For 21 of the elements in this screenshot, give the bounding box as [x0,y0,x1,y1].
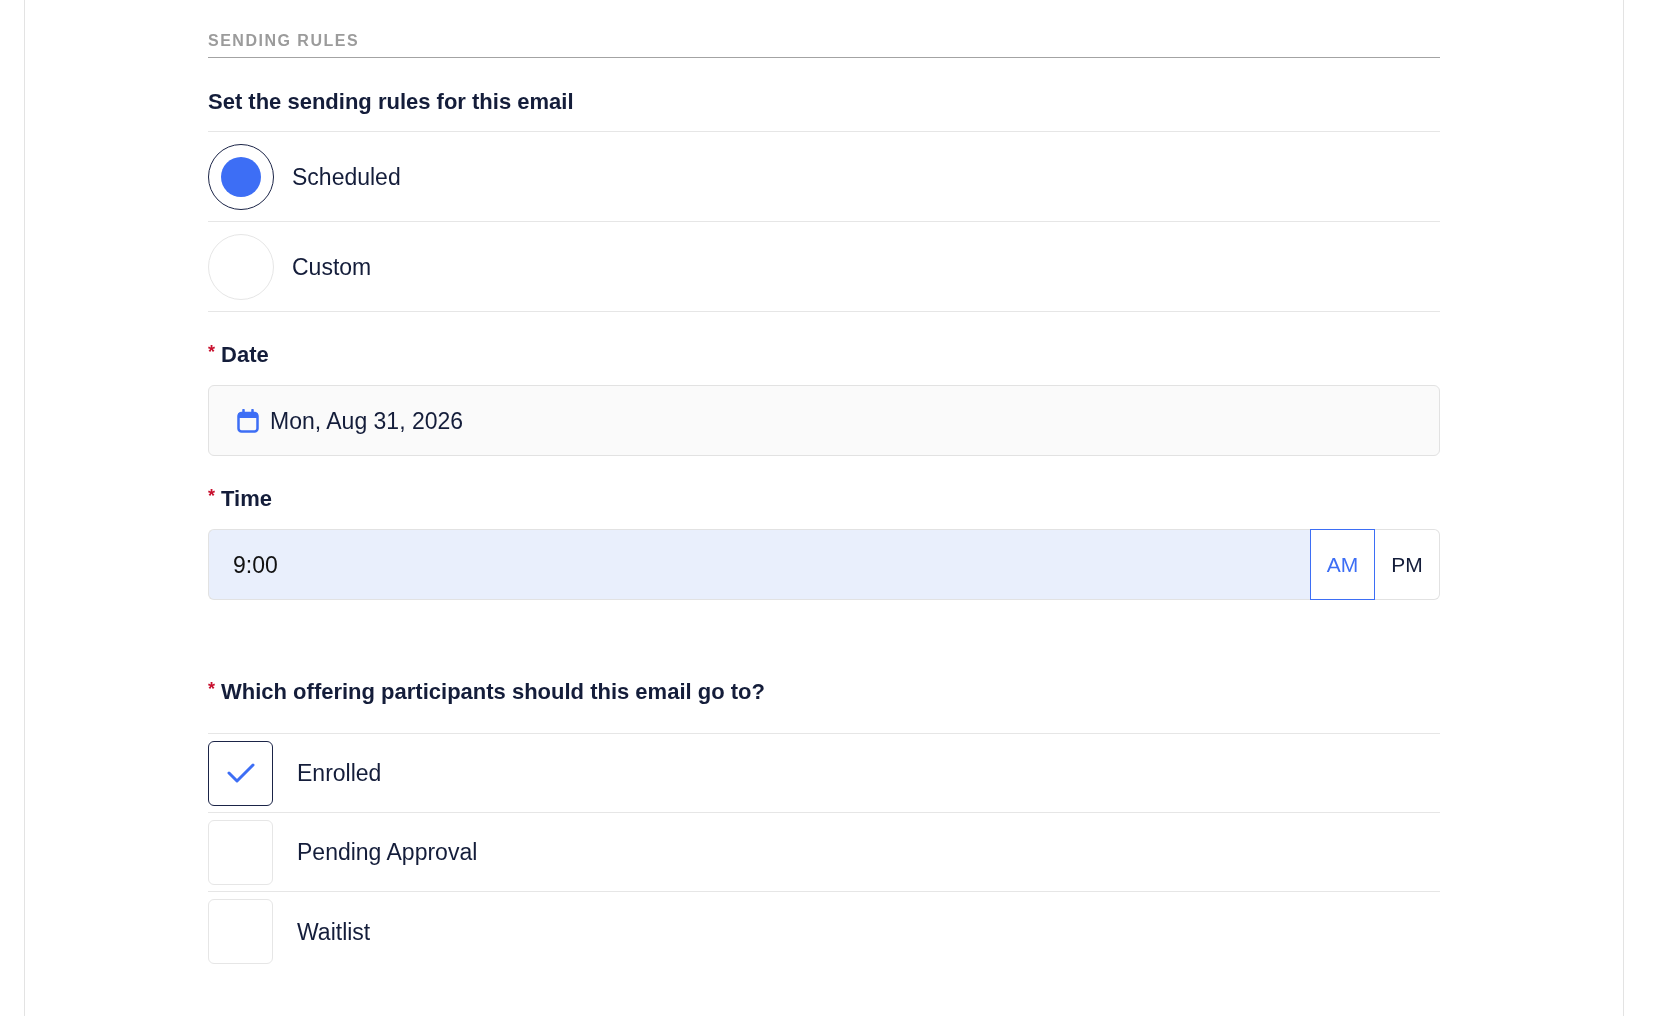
calendar-icon [237,408,259,433]
period-toggle[interactable]: AM [1310,529,1375,600]
required-mark: * [208,680,215,698]
check-icon [226,763,255,783]
checkbox-label: Waitlist [297,917,371,947]
required-mark: * [208,343,215,361]
field-label: Date [221,341,269,369]
section-heading: Set the sending rules for this email [208,88,574,116]
field-label: Which offering participants should this email go to? [221,678,765,706]
radio-label: Custom [292,252,372,282]
radio-label: Scheduled [292,162,401,192]
date-value: Mon, Aug 31, 2026 [270,406,464,436]
field-label: Time [221,485,272,513]
checkbox-label: Pending Approval [297,838,478,867]
time-input[interactable]: 9:00 [208,529,1310,600]
section-title: SENDING RULES [208,32,360,49]
date-field[interactable]: Mon, Aug 31, 2026 [208,385,1440,456]
required-mark: * [208,487,215,505]
checkbox[interactable] [208,740,273,806]
checkbox-label: Enrolled [297,759,382,788]
period-toggle[interactable]: PM [1375,529,1440,600]
